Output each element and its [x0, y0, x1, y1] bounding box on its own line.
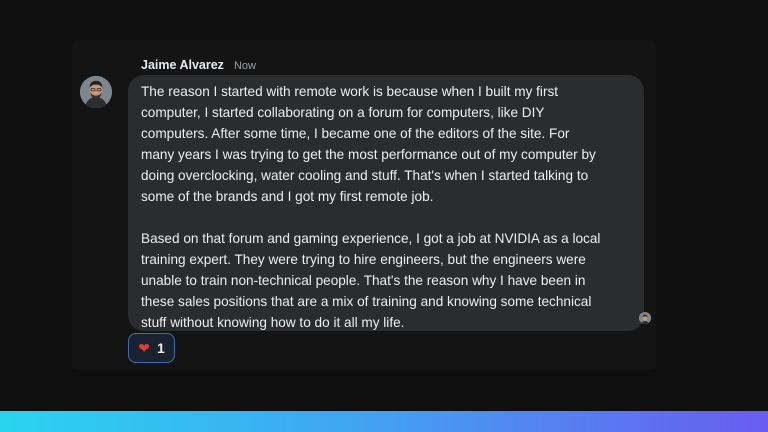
avatar[interactable] [80, 76, 112, 108]
reaction-chip[interactable]: ❤ 1 [128, 333, 175, 363]
brand-gradient-bar [0, 411, 768, 432]
reaction-count: 1 [156, 340, 165, 356]
read-receipt-avatar [639, 312, 651, 324]
message-text: The reason I started with remote work is… [141, 84, 601, 330]
message-header: Jaime Alvarez Now [141, 58, 256, 74]
avatar-image [80, 76, 112, 108]
message-timestamp: Now [233, 60, 256, 72]
heart-icon: ❤ [138, 340, 150, 356]
sender-name[interactable]: Jaime Alvarez [141, 58, 224, 72]
